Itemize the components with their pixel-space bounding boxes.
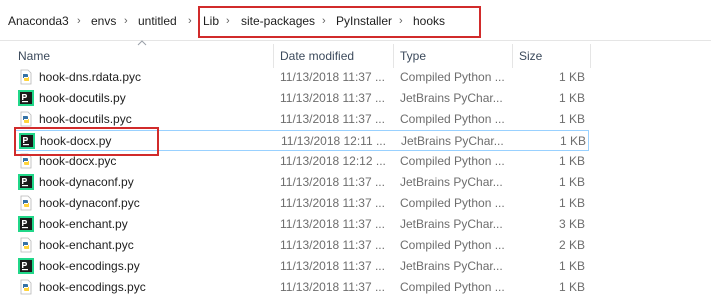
- file-name: hook-dynaconf.py: [39, 175, 134, 189]
- python-compiled-icon: [18, 111, 34, 127]
- column-header-row: Name Date modified Type Size: [0, 44, 711, 68]
- file-size: 3 KB: [558, 217, 585, 231]
- column-header-date[interactable]: Date modified: [280, 44, 354, 68]
- file-size: 1 KB: [558, 70, 585, 84]
- breadcrumb-untitled[interactable]: untitled: [138, 13, 177, 29]
- python-compiled-icon: [18, 237, 34, 253]
- file-type: Compiled Python ...: [400, 70, 505, 84]
- file-size: 1 KB: [558, 280, 585, 294]
- file-size: 1 KB: [558, 154, 585, 168]
- file-date: 11/13/2018 11:37 ...: [280, 217, 385, 231]
- chevron-right-icon[interactable]: ›: [77, 13, 81, 29]
- python-compiled-icon: [18, 195, 34, 211]
- file-date: 11/13/2018 11:37 ...: [280, 112, 385, 126]
- file-date: 11/13/2018 11:37 ...: [280, 196, 385, 210]
- file-row[interactable]: hook-docutils.py 11/13/2018 11:37 ... Je…: [14, 88, 589, 109]
- file-date: 11/13/2018 11:37 ...: [280, 259, 385, 273]
- breadcrumb-anaconda3[interactable]: Anaconda3: [8, 13, 69, 29]
- file-type: JetBrains PyChar...: [401, 134, 504, 148]
- python-compiled-icon: [18, 279, 34, 295]
- column-header-type[interactable]: Type: [400, 44, 426, 68]
- breadcrumb-envs[interactable]: envs: [91, 13, 116, 29]
- column-divider[interactable]: [273, 44, 274, 68]
- file-date: 11/13/2018 11:37 ...: [280, 91, 385, 105]
- column-header-name[interactable]: Name: [18, 44, 50, 68]
- file-date: 11/13/2018 11:37 ...: [280, 70, 385, 84]
- file-date: 11/13/2018 11:37 ...: [280, 280, 385, 294]
- chevron-right-icon[interactable]: ›: [124, 13, 128, 29]
- file-row[interactable]: hook-dynaconf.pyc 11/13/2018 11:37 ... C…: [14, 193, 589, 214]
- file-type: JetBrains PyChar...: [400, 217, 503, 231]
- file-name: hook-encodings.pyc: [39, 280, 146, 294]
- file-size: 1 KB: [558, 175, 585, 189]
- column-divider[interactable]: [393, 44, 394, 68]
- file-row[interactable]: hook-enchant.pyc 11/13/2018 11:37 ... Co…: [14, 235, 589, 256]
- file-row[interactable]: hook-encodings.py 11/13/2018 11:37 ... J…: [14, 256, 589, 277]
- file-type: Compiled Python ...: [400, 196, 505, 210]
- file-date: 11/13/2018 11:37 ...: [280, 238, 385, 252]
- file-row[interactable]: hook-dynaconf.py 11/13/2018 11:37 ... Je…: [14, 172, 589, 193]
- column-header-size[interactable]: Size: [519, 44, 542, 68]
- file-type: JetBrains PyChar...: [400, 175, 503, 189]
- file-size: 1 KB: [558, 259, 585, 273]
- file-name: hook-encodings.py: [39, 259, 140, 273]
- file-size: 1 KB: [558, 91, 585, 105]
- file-name: hook-docutils.py: [39, 91, 126, 105]
- file-row[interactable]: hook-dns.rdata.pyc 11/13/2018 11:37 ... …: [14, 67, 589, 88]
- pycharm-file-icon: [18, 216, 34, 232]
- file-name: hook-dns.rdata.pyc: [39, 70, 142, 84]
- file-name: hook-enchant.py: [39, 217, 128, 231]
- file-date: 11/13/2018 12:11 ...: [281, 134, 386, 148]
- file-type: Compiled Python ...: [400, 280, 505, 294]
- pycharm-file-icon: [18, 174, 34, 190]
- file-type: Compiled Python ...: [400, 112, 505, 126]
- path-highlight-box: [198, 6, 481, 38]
- file-type: JetBrains PyChar...: [400, 91, 503, 105]
- file-type: Compiled Python ...: [400, 154, 505, 168]
- file-size: 2 KB: [558, 238, 585, 252]
- column-divider[interactable]: [590, 44, 591, 68]
- file-date: 11/13/2018 11:37 ...: [280, 175, 385, 189]
- file-size: 1 KB: [559, 134, 586, 148]
- file-highlight-box: [14, 127, 159, 156]
- file-name: hook-dynaconf.pyc: [39, 196, 140, 210]
- file-type: Compiled Python ...: [400, 238, 505, 252]
- file-name: hook-enchant.pyc: [39, 238, 134, 252]
- pycharm-file-icon: [18, 90, 34, 106]
- column-divider[interactable]: [512, 44, 513, 68]
- pycharm-file-icon: [18, 258, 34, 274]
- file-row[interactable]: hook-encodings.pyc 11/13/2018 11:37 ... …: [14, 277, 589, 298]
- file-date: 11/13/2018 12:12 ...: [280, 154, 386, 168]
- file-row[interactable]: hook-enchant.py 11/13/2018 11:37 ... Jet…: [14, 214, 589, 235]
- python-compiled-icon: [18, 69, 34, 85]
- file-size: 1 KB: [558, 112, 585, 126]
- chevron-right-icon[interactable]: ›: [188, 13, 192, 29]
- file-size: 1 KB: [558, 196, 585, 210]
- file-type: JetBrains PyChar...: [400, 259, 503, 273]
